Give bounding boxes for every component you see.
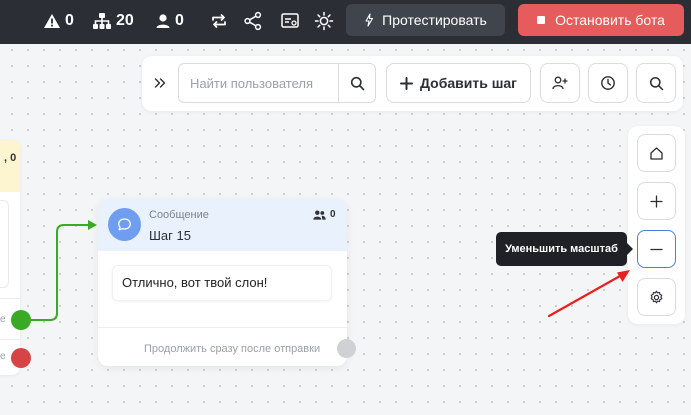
- step-card[interactable]: Сообщение Шаг 15 0 Отлично, вот твой сло…: [98, 199, 347, 366]
- step-footer-label: Продолжить сразу после отправки: [144, 343, 321, 355]
- previous-step-count: , 0: [4, 152, 17, 164]
- step-type-label: Сообщение: [149, 209, 209, 221]
- gear-icon: [650, 290, 663, 303]
- connection-handle-failure[interactable]: [11, 348, 31, 368]
- home-icon: [650, 146, 663, 160]
- user-search: [178, 63, 376, 103]
- share-icon: [244, 11, 262, 31]
- search-icon: [350, 76, 365, 90]
- previous-step-header: [0, 140, 20, 192]
- top-bar: 0 20 0 Протестировать Остановить бота: [0, 0, 691, 44]
- find-button[interactable]: [636, 63, 676, 103]
- chevrons-right-icon: [154, 78, 166, 88]
- zoom-in-button[interactable]: [637, 182, 676, 220]
- step-users-count-value: 0: [330, 209, 336, 220]
- add-user-button[interactable]: [540, 63, 580, 103]
- previous-step-option-label: e: [0, 351, 6, 362]
- users-stat[interactable]: 20: [92, 11, 134, 31]
- test-button-label: Протестировать: [382, 12, 487, 28]
- previous-step-option-label: e: [0, 314, 6, 325]
- share-button[interactable]: [241, 9, 265, 33]
- repeat-button[interactable]: [207, 9, 231, 33]
- warnings-stat[interactable]: 0: [43, 11, 74, 31]
- theme-toggle[interactable]: [312, 9, 336, 33]
- step-title: Шаг 15: [149, 228, 191, 243]
- previous-step-divider: [0, 339, 20, 340]
- person-stat[interactable]: 0: [155, 11, 184, 31]
- repeat-icon: [212, 14, 226, 28]
- person-icon: [156, 14, 170, 28]
- person-count: 0: [175, 12, 184, 29]
- settings-button[interactable]: [637, 278, 676, 316]
- users-count: 20: [116, 12, 134, 29]
- clock-icon: [601, 76, 615, 90]
- add-step-button[interactable]: Добавить шаг: [386, 63, 531, 103]
- warning-icon: [44, 14, 60, 28]
- lightning-icon: [365, 13, 374, 27]
- step-divider: [98, 327, 347, 328]
- history-button[interactable]: [588, 63, 628, 103]
- search-button[interactable]: [338, 64, 376, 102]
- stop-button-label: Остановить бота: [555, 12, 665, 28]
- plus-icon: [400, 76, 413, 90]
- collapse-panel-button[interactable]: [152, 74, 168, 92]
- message-step-avatar: [108, 208, 141, 241]
- user-search-input[interactable]: [179, 64, 338, 102]
- previous-step-content: [0, 200, 9, 288]
- variables-icon: [281, 13, 299, 28]
- add-user-icon: [552, 76, 568, 90]
- plus-icon: [650, 194, 663, 208]
- hierarchy-icon: [93, 13, 111, 29]
- search-icon: [649, 76, 663, 90]
- variables-button[interactable]: [278, 9, 302, 33]
- stop-bot-button[interactable]: Остановить бота: [518, 4, 684, 36]
- step-message[interactable]: Отлично, вот твой слон!: [112, 265, 332, 301]
- sun-icon: [314, 11, 334, 31]
- test-button[interactable]: Протестировать: [346, 4, 505, 36]
- users-icon: [313, 210, 326, 220]
- connection-handle-success[interactable]: [11, 310, 31, 330]
- home-button[interactable]: [637, 134, 676, 172]
- step-output-handle[interactable]: [337, 339, 356, 358]
- zoom-out-button[interactable]: [637, 230, 676, 268]
- step-users-count: 0: [313, 209, 336, 220]
- add-step-label: Добавить шаг: [420, 75, 517, 91]
- zoom-out-tooltip: Уменьшить масштаб: [496, 232, 633, 266]
- stop-icon: [537, 16, 546, 24]
- warnings-count: 0: [65, 12, 74, 29]
- minus-icon: [650, 248, 663, 250]
- chat-bubble-icon: [118, 218, 131, 231]
- previous-step-divider: [0, 298, 20, 299]
